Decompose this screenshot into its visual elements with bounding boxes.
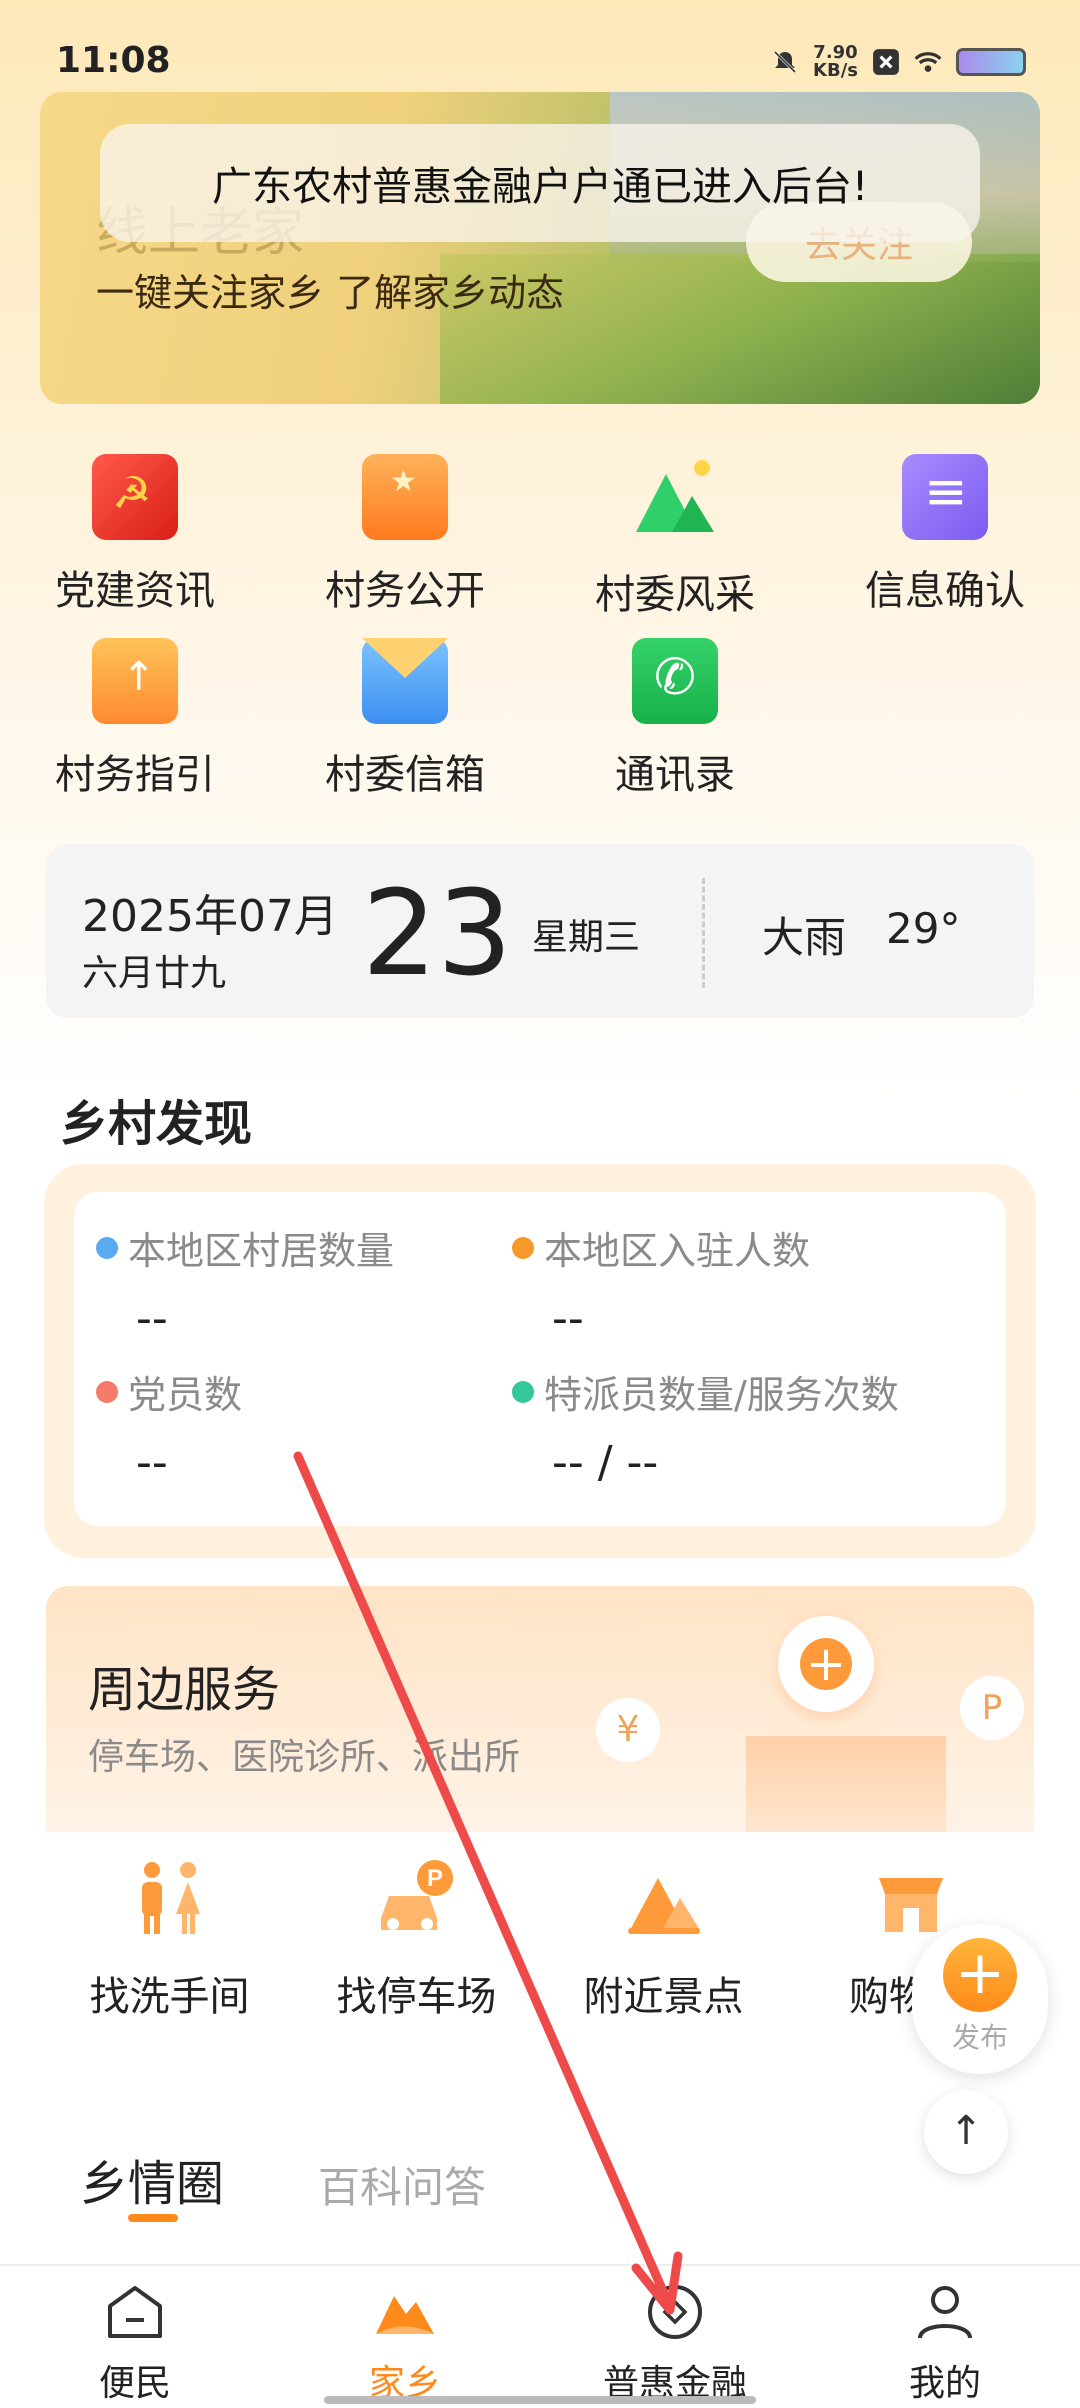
phone-book-icon [632,638,718,724]
svc-item-restroom[interactable]: 找洗手间 [46,1856,293,2022]
svc-item-parking[interactable]: P 找停车场 [293,1856,540,2022]
svc-item-label: 找停车场 [336,1974,497,2020]
person-icon [918,2286,972,2339]
status-time: 11:08 [56,40,171,81]
grid-item-committee-style[interactable]: 村委风采 [540,454,810,618]
nearby-items: 找洗手间 P 找停车场 附近景点 购物 [46,1856,1034,2056]
grid-item-contacts[interactable]: 通讯录 [540,638,810,798]
stat-dot [512,1236,534,1259]
date-weather-card: 2025年07月 六月廿九 23 星期三 大雨 29° [46,844,1034,1018]
document-icon [902,454,988,540]
weather-temperature: 29° [886,904,961,953]
date-year-month: 2025年07月 [82,891,338,942]
nav-hometown[interactable]: 家乡 [270,2282,540,2406]
status-icons: 7.90 KB/s [771,44,1026,80]
grid-item-label: 村委信箱 [325,752,485,798]
net-speed-unit: KB/s [813,60,858,81]
stat-value: -- [136,1437,168,1488]
village-affairs-icon [362,454,448,540]
banner-subtitle: 一键关注家乡 了解家乡动态 [96,271,565,315]
svc-item-scenic[interactable]: 附近景点 [540,1856,787,2022]
grid-item-affairs-guide[interactable]: 村务指引 [0,638,270,798]
weather-condition: 大雨 [762,913,847,962]
nearby-services-card: ¥ P 周边服务 停车场、医院诊所、派出所 找洗手间 P 找停车场 [46,1586,1034,2094]
back-to-top-button[interactable]: ↑ [924,2090,1008,2174]
stat-label: 党员数 [128,1373,243,1417]
grid-item-village-affairs[interactable]: 村务公开 [270,454,540,614]
active-tab-indicator [128,2214,178,2222]
stats-card: 本地区村居数量 -- 本地区入驻人数 -- 党员数 -- 特派员数量/服务次数 … [74,1192,1006,1526]
stats-panel: 本地区村居数量 -- 本地区入驻人数 -- 党员数 -- 特派员数量/服务次数 … [44,1164,1036,1558]
grid-item-info-confirm[interactable]: 信息确认 [810,454,1080,614]
guide-icon [92,638,178,724]
nearby-services-header[interactable]: ¥ P 周边服务 停车场、医院诊所、派出所 [46,1586,1034,1832]
discover-title: 乡村发现 [60,1096,253,1152]
nav-mine[interactable]: 我的 [810,2282,1080,2406]
net-speed: 7.90 KB/s [813,44,858,80]
parking-p-icon: P [960,1676,1024,1740]
background-toast: 广东农村普惠金融户户通已进入后台! [100,124,980,242]
wifi-icon [914,52,942,72]
shop-icon [878,1878,943,1932]
tab-encyclopedia-qa[interactable]: 百科问答 [318,2154,486,2215]
hospital-plus-icon [778,1616,874,1712]
nav-label: 我的 [908,2363,981,2404]
date-lunar: 六月廿九 [82,953,227,994]
nearby-subtitle: 停车场、医院诊所、派出所 [88,1737,521,1778]
stat-value: -- / -- [552,1437,659,1488]
mountain-icon [636,460,714,532]
grid-item-label: 村委风采 [595,572,755,618]
parking-car-icon: P [380,1860,453,1930]
x-close-icon [873,49,899,75]
svc-item-label: 找洗手间 [89,1974,250,2020]
finance-diamond-icon [648,2285,702,2339]
grid-item-label: 党建资讯 [55,568,215,614]
stat-label: 特派员数量/服务次数 [544,1373,899,1417]
yen-icon: ¥ [596,1698,660,1762]
grid-item-label: 通讯录 [615,752,735,798]
party-flag-icon [92,454,178,540]
date-weekday: 星期三 [532,917,641,958]
svc-deco-building [746,1736,946,1832]
nav-finance[interactable]: 普惠金融 [540,2282,810,2406]
stat-dot [512,1380,534,1403]
stat-resident-count: 本地区入驻人数 -- [512,1220,810,1344]
publish-label: 发布 [951,2021,1008,2054]
grid-item-label: 村务公开 [325,568,485,614]
svg-text:P: P [426,1865,442,1892]
date-day: 23 [362,864,513,1002]
stat-value: -- [552,1293,584,1344]
nav-label: 便民 [98,2363,171,2404]
stat-party-member-count: 党员数 -- [96,1364,242,1488]
restroom-icon [141,1862,200,1934]
stat-label: 本地区村居数量 [128,1229,395,1273]
publish-button[interactable]: + 发布 [912,1924,1048,2074]
status-bar: 11:08 7.90 KB/s [0,0,1080,90]
nav-convenience[interactable]: 便民 [0,2282,270,2406]
grid-item-label: 信息确认 [865,568,1025,614]
svc-item-label: 附近景点 [583,1974,744,2020]
scenic-spot-icon [627,1878,700,1934]
grid-item-party-news[interactable]: 党建资讯 [0,454,270,614]
battery-icon [956,48,1026,76]
stat-village-count: 本地区村居数量 -- [96,1220,394,1344]
bottom-nav: 便民 家乡 普惠金融 我的 [0,2264,1080,2408]
stat-dot [96,1380,118,1403]
home-outline-icon [108,2286,162,2338]
mute-bell-icon [773,50,797,74]
grid-item-label: 村务指引 [55,752,215,798]
grid-item-mailbox[interactable]: 村委信箱 [270,638,540,798]
hometown-mountain-icon [376,2296,434,2334]
tab-hometown-circle[interactable]: 乡情圈 [80,2144,224,2214]
stat-commissioner-service: 特派员数量/服务次数 -- / -- [512,1364,899,1488]
home-indicator [324,2396,756,2404]
stat-label: 本地区入驻人数 [544,1229,811,1273]
nearby-title: 周边服务 [88,1662,281,1718]
date-divider [702,878,705,988]
plus-icon: + [943,1938,1017,2012]
mailbox-icon [362,638,448,724]
stat-dot [96,1236,118,1259]
stat-value: -- [136,1293,168,1344]
